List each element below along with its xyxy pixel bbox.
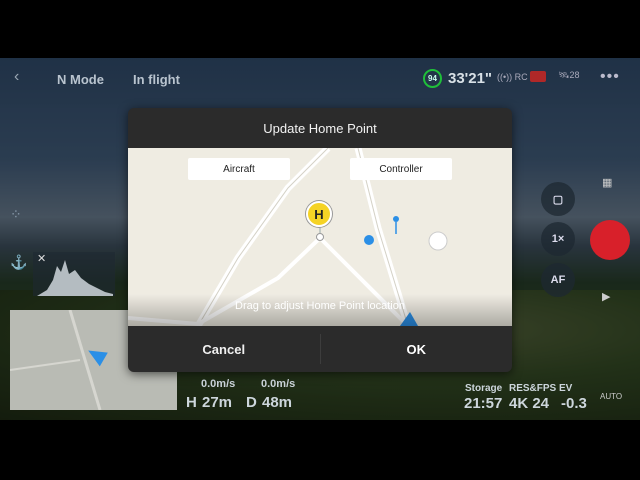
record-button[interactable] [590,220,630,260]
distance-value: 48m [262,394,293,411]
more-icon[interactable]: ••• [600,68,620,86]
auto-mode-icon[interactable]: AUTO [600,392,622,401]
battery-icon[interactable]: 94 [423,69,442,88]
update-home-point-dialog: Update Home Point Aircraft Controller H … [128,108,512,372]
height-value: 27m [202,394,233,411]
signal-icon: ((•)) RC [497,72,528,82]
top-status-bar: ‹ N Mode In flight 94 33'21" ((•)) RC 🛰2… [0,58,640,100]
rc-status-icon [530,71,546,82]
histogram: ✕ [33,252,115,296]
ev-value[interactable]: -0.3 [561,395,587,412]
res-fps-label: RES&FPS [509,383,557,394]
dialog-buttons: Cancel OK [128,326,512,372]
home-point-marker[interactable]: H [306,201,332,227]
ev-label: EV [559,383,573,394]
res-fps-value[interactable]: 4K 24 [509,395,549,412]
satellite-count: 28 [569,70,580,80]
storage-value: 21:57 [464,395,503,412]
height-label: H [186,394,197,411]
close-icon[interactable]: ✕ [37,252,46,265]
aircraft-label: Aircraft [188,158,290,180]
satellite-icon: 🛰28 [558,70,580,80]
flight-time: 33'21" [448,70,493,87]
location-icon[interactable]: ⚓ [10,254,27,271]
flight-mode[interactable]: N Mode [57,72,104,87]
camera-switch-button[interactable]: ▢ [541,182,575,216]
zoom-button[interactable]: 1× [541,222,575,256]
dialog-title: Update Home Point [263,121,377,136]
flight-status: In flight [133,72,180,87]
home-point-map[interactable]: Aircraft Controller H Drag to adjust Hom… [128,148,512,326]
cancel-button[interactable]: Cancel [128,326,320,372]
camera-icon: ▢ [552,193,564,206]
ok-button[interactable]: OK [321,326,513,372]
storage-label: Storage [465,383,503,394]
video-mode-icon[interactable]: ▶ [602,290,610,303]
vision-icon[interactable]: ⁘ [10,206,22,223]
focus-button[interactable]: AF [541,263,575,297]
gallery-icon[interactable]: ▦ [602,176,612,189]
controller-label: Controller [350,158,452,180]
distance-label: D [246,394,257,411]
horizontal-speed: 0.0m/s [201,378,236,390]
drag-hint: Drag to adjust Home Point location [128,294,512,326]
back-icon[interactable]: ‹ [14,69,28,85]
vertical-speed: 0.0m/s [261,378,296,390]
